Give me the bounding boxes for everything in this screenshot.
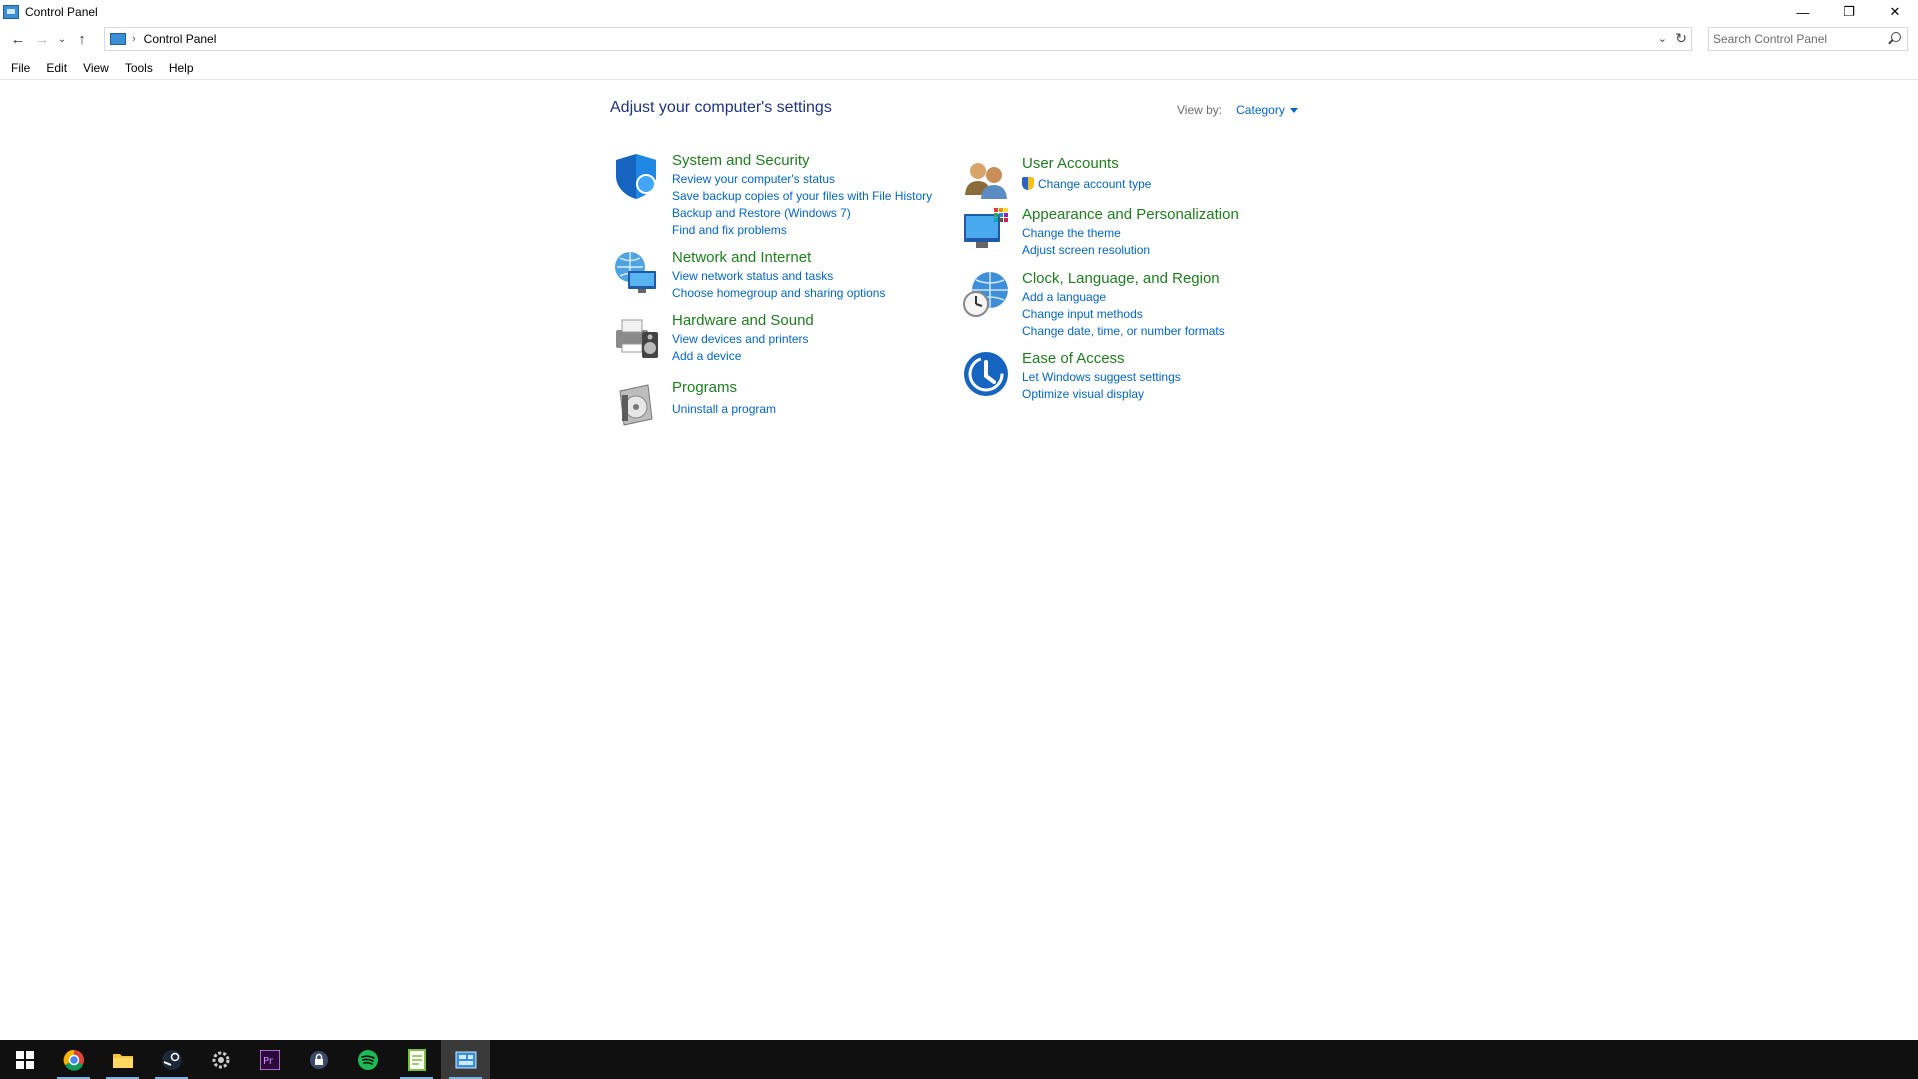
category-network-and-internet: Network and Internet View network status… [612,249,952,309]
link-add-device[interactable]: Add a device [672,348,809,365]
link-change-theme[interactable]: Change the theme [1022,225,1150,242]
taskbar-control-panel[interactable] [441,1040,490,1079]
file-explorer-icon [112,1053,133,1068]
category-title[interactable]: System and Security [672,152,810,169]
control-panel-icon [3,5,19,19]
taskbar: Pr [0,1040,1918,1079]
search-icon[interactable] [1891,32,1901,42]
taskbar-chrome[interactable] [49,1040,98,1079]
category-title[interactable]: Clock, Language, and Region [1022,270,1220,287]
network-globe-icon[interactable] [612,249,660,297]
users-icon[interactable] [962,155,1010,203]
taskbar-settings[interactable] [196,1040,245,1079]
breadcrumb-control-panel[interactable]: Control Panel [144,32,217,46]
spotify-icon [357,1049,378,1070]
taskbar-steam[interactable] [147,1040,196,1079]
up-button[interactable]: ↑ [70,27,94,51]
category-system-and-security: System and Security Review your computer… [612,152,952,242]
link-find-fix-problems[interactable]: Find and fix problems [672,222,932,239]
link-file-history[interactable]: Save backup copies of your files with Fi… [672,188,932,205]
steam-icon [161,1049,182,1070]
recent-locations-button[interactable]: ⌄ [54,27,70,51]
control-panel-icon [110,33,126,45]
control-panel-icon [455,1051,476,1068]
view-by-label: View by: [1177,103,1223,117]
link-uninstall-program[interactable]: Uninstall a program [672,401,776,418]
refresh-button[interactable]: ↻ [1675,30,1687,47]
shield-icon[interactable] [612,152,660,200]
link-homegroup-sharing[interactable]: Choose homegroup and sharing options [672,285,885,302]
address-bar[interactable]: › Control Panel ⌄ ↻ [104,27,1692,51]
taskbar-file-explorer[interactable] [98,1040,147,1079]
close-button[interactable]: ✕ [1872,0,1918,24]
search-box[interactable] [1708,27,1908,51]
start-button[interactable] [0,1040,49,1079]
menu-file[interactable]: File [0,61,38,75]
link-network-status[interactable]: View network status and tasks [672,268,885,285]
link-input-methods[interactable]: Change input methods [1022,306,1225,323]
taskbar-notepad[interactable] [392,1040,441,1079]
breadcrumb-separator: › [132,33,136,45]
link-windows-suggest-settings[interactable]: Let Windows suggest settings [1022,369,1181,386]
taskbar-lock-app[interactable] [294,1040,343,1079]
address-dropdown-button[interactable]: ⌄ [1658,32,1667,45]
chevron-down-icon[interactable] [1289,107,1298,113]
minimize-button[interactable]: — [1780,0,1826,24]
category-title[interactable]: Appearance and Personalization [1022,206,1239,223]
page-title: Adjust your computer's settings [610,99,832,116]
category-title[interactable]: User Accounts [1022,155,1119,172]
category-title[interactable]: Hardware and Sound [672,312,814,329]
link-backup-restore[interactable]: Backup and Restore (Windows 7) [672,205,932,222]
category-programs: Programs Uninstall a program [612,379,952,429]
link-date-time-formats[interactable]: Change date, time, or number formats [1022,323,1225,340]
window-title: Control Panel [25,5,98,19]
view-by: View by: Category [1177,103,1298,117]
title-bar: Control Panel — ❐ ✕ [0,0,1918,24]
notepad-icon [407,1048,426,1071]
uac-shield-icon [1022,177,1034,190]
category-ease-of-access: Ease of Access Let Windows suggest setti… [962,350,1322,404]
back-button[interactable]: ← [6,27,30,51]
menu-view[interactable]: View [75,61,117,75]
category-user-accounts: User Accounts Change account type [962,155,1322,205]
menu-bar: File Edit View Tools Help [0,56,1918,80]
search-input[interactable] [1713,32,1883,46]
link-devices-printers[interactable]: View devices and printers [672,331,809,348]
link-screen-resolution[interactable]: Adjust screen resolution [1022,242,1150,259]
taskbar-premiere[interactable]: Pr [245,1040,294,1079]
premiere-icon: Pr [259,1049,280,1070]
menu-edit[interactable]: Edit [38,61,75,75]
clock-globe-icon[interactable] [962,270,1010,318]
chrome-icon [63,1049,84,1071]
settings-icon [212,1051,229,1068]
category-title[interactable]: Ease of Access [1022,350,1125,367]
ease-of-access-icon[interactable] [962,350,1010,398]
window-controls: — ❐ ✕ [1780,0,1918,24]
menu-help[interactable]: Help [161,61,202,75]
forward-button[interactable]: → [30,27,54,51]
printer-speaker-icon[interactable] [612,312,660,360]
link-optimize-visual-display[interactable]: Optimize visual display [1022,386,1181,403]
category-hardware-and-sound: Hardware and Sound View devices and prin… [612,312,952,372]
menu-tools[interactable]: Tools [117,61,161,75]
category-title[interactable]: Programs [672,379,737,396]
category-appearance-and-personalization: Appearance and Personalization Change th… [962,206,1322,260]
programs-disc-icon[interactable] [612,379,660,427]
lock-app-icon [309,1050,328,1069]
monitor-palette-icon[interactable] [962,206,1010,254]
restore-button[interactable]: ❐ [1826,0,1872,24]
navigation-bar: ← → ⌄ ↑ › Control Panel ⌄ ↻ [0,26,1918,52]
category-title[interactable]: Network and Internet [672,249,811,266]
link-add-language[interactable]: Add a language [1022,289,1225,306]
link-change-account-type[interactable]: Change account type [1022,176,1151,193]
view-by-dropdown[interactable]: Category [1236,103,1285,117]
link-review-status[interactable]: Review your computer's status [672,171,932,188]
taskbar-spotify[interactable] [343,1040,392,1079]
svg-text:Pr: Pr [263,1056,274,1067]
category-clock-language-region: Clock, Language, and Region Add a langua… [962,270,1322,342]
start-icon [15,1050,34,1069]
